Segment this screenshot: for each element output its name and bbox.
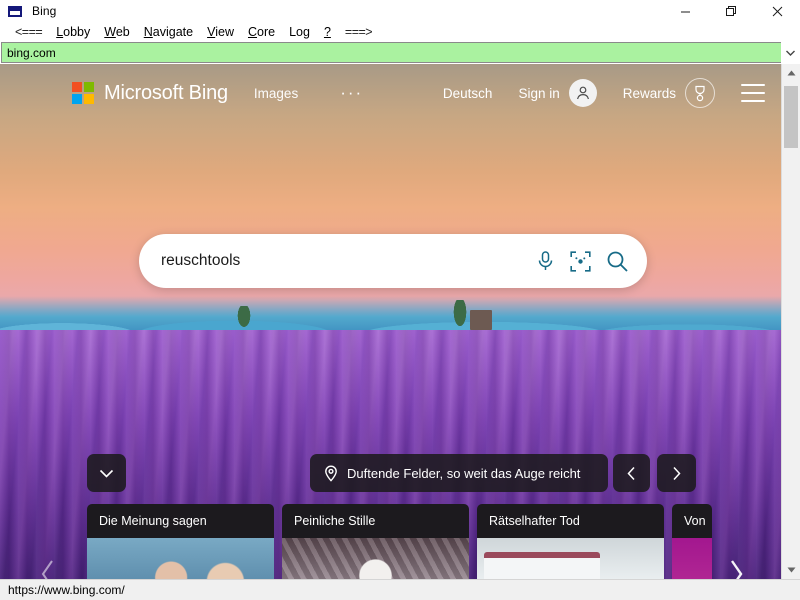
news-card-image: [87, 538, 274, 579]
news-card[interactable]: Von: [672, 504, 712, 579]
status-url: https://www.bing.com/: [8, 583, 125, 597]
rewards-medal-icon[interactable]: [685, 78, 715, 108]
hero-prev-button[interactable]: [613, 454, 650, 492]
news-card-title: Von: [672, 504, 712, 537]
search-box[interactable]: reuschtools: [139, 234, 647, 288]
menu-item-lobby[interactable]: Lobby: [49, 22, 97, 42]
hero-background-image: [0, 64, 781, 579]
browser-window: Bing <=== Lobby Web Navigate View Co: [0, 0, 800, 600]
search-area: reuschtools: [139, 234, 647, 288]
menu-item-view-rest: iew: [215, 25, 234, 39]
tree-icon: [452, 300, 468, 330]
sign-in-button[interactable]: Sign in: [518, 86, 559, 101]
menu-item-forward[interactable]: ===>: [338, 22, 379, 42]
minimize-button[interactable]: [662, 0, 708, 22]
bing-homepage: Microsoft Bing Images ··· Deutsch Sign i…: [0, 64, 781, 579]
menu-item-lobby-rest: obby: [63, 25, 90, 39]
scrollbar-thumb[interactable]: [784, 86, 798, 148]
location-pin-icon: [324, 465, 338, 482]
menu-item-web-rest: eb: [116, 25, 130, 39]
bing-header: Microsoft Bing Images ··· Deutsch Sign i…: [0, 64, 781, 122]
visual-search-icon[interactable]: [570, 251, 591, 272]
hamburger-menu-icon[interactable]: [741, 84, 765, 102]
restore-button[interactable]: [708, 0, 754, 22]
chevron-down-icon[interactable]: [781, 42, 800, 63]
menu-item-view[interactable]: View: [200, 22, 241, 42]
nav-more-icon[interactable]: ···: [340, 88, 363, 98]
language-button[interactable]: Deutsch: [443, 86, 493, 101]
news-card-title: Peinliche Stille: [282, 504, 469, 537]
status-bar: https://www.bing.com/: [0, 579, 800, 600]
title-bar: Bing: [0, 0, 800, 22]
menu-item-web[interactable]: Web: [97, 22, 136, 42]
hills-layer: [0, 296, 781, 334]
menu-item-navigate[interactable]: Navigate: [137, 22, 200, 42]
news-card-title: Die Meinung sagen: [87, 504, 274, 537]
avatar[interactable]: [569, 79, 597, 107]
news-card-image: [282, 538, 469, 579]
address-bar: bing.com: [0, 42, 800, 64]
hero-caption-text: Duftende Felder, so weit das Auge reicht: [347, 466, 580, 481]
menu-item-help[interactable]: ?: [317, 22, 338, 42]
hero-caption[interactable]: Duftende Felder, so weit das Auge reicht: [310, 454, 608, 492]
search-input[interactable]: reuschtools: [161, 252, 536, 270]
menu-bar: <=== Lobby Web Navigate View Core Log ? …: [0, 22, 800, 42]
close-button[interactable]: [754, 0, 800, 22]
header-right-group: Deutsch Sign in Rewards: [443, 78, 765, 108]
browser-viewport: Microsoft Bing Images ··· Deutsch Sign i…: [0, 64, 800, 579]
menu-item-back[interactable]: <===: [8, 22, 49, 42]
news-card-title: Rätselhafter Tod: [477, 504, 664, 537]
search-icon-group: [536, 250, 629, 273]
microsoft-logo-icon: [72, 82, 94, 104]
scroll-down-icon[interactable]: [782, 561, 800, 579]
news-card[interactable]: Rätselhafter Tod FORENSIC PATHOLOGY SERV…: [477, 504, 664, 579]
carousel-next-icon[interactable]: [716, 551, 756, 579]
vertical-scrollbar[interactable]: [781, 64, 800, 579]
menu-item-core-rest: ore: [257, 25, 275, 39]
news-card[interactable]: Peinliche Stille: [282, 504, 469, 579]
search-icon[interactable]: [606, 250, 629, 273]
expand-hero-button[interactable]: [87, 454, 126, 492]
window-title: Bing: [32, 4, 56, 18]
menu-item-log[interactable]: Log: [282, 22, 317, 42]
hero-next-button[interactable]: [657, 454, 696, 492]
window-controls: [662, 0, 800, 22]
news-card-image: [672, 538, 712, 579]
microphone-icon[interactable]: [536, 250, 555, 272]
window-icon: [8, 6, 22, 17]
hero-controls-row: Duftende Felder, so weit das Auge reicht: [0, 454, 781, 492]
menu-item-navigate-rest: avigate: [153, 25, 193, 39]
scroll-up-icon[interactable]: [782, 64, 800, 82]
news-card-carousel: Die Meinung sagen Peinliche Stille Rätse…: [87, 504, 781, 579]
news-card-image: FORENSIC PATHOLOGY SERVICE: [477, 538, 664, 579]
news-card[interactable]: Die Meinung sagen: [87, 504, 274, 579]
brand-title: Microsoft Bing: [104, 82, 228, 105]
tree-icon: [236, 306, 252, 330]
menu-item-core[interactable]: Core: [241, 22, 282, 42]
carousel-prev-icon[interactable]: [28, 551, 68, 579]
rewards-button[interactable]: Rewards: [623, 86, 676, 101]
nav-item-images[interactable]: Images: [254, 86, 298, 101]
farmhouse-shape: [470, 310, 492, 330]
address-input[interactable]: bing.com: [1, 42, 781, 63]
